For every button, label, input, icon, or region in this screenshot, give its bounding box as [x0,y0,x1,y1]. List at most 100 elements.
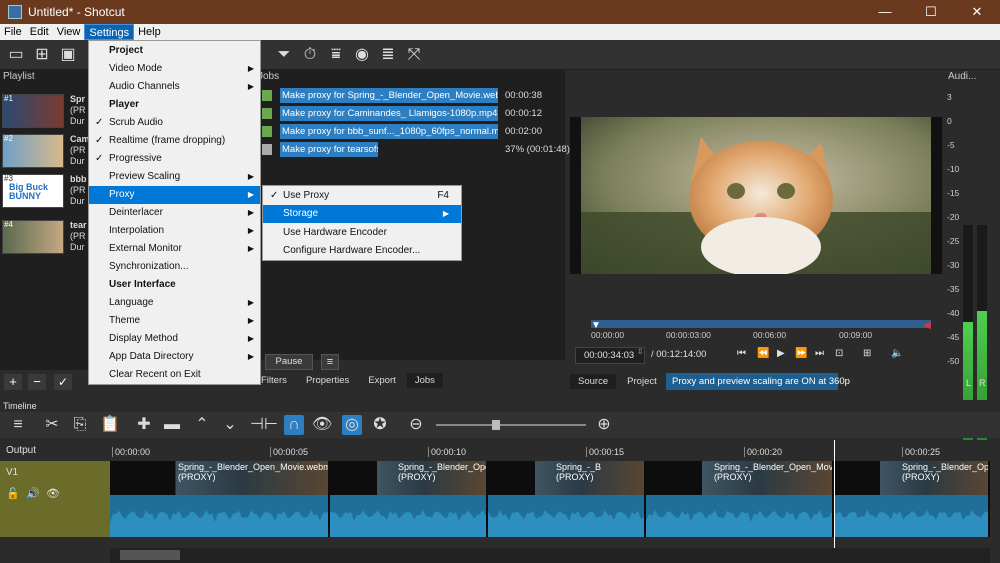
timeline-clip[interactable]: Spring_-_Blender_Open (PROXY) [834,461,990,537]
maximize-button[interactable]: ☐ [908,0,954,24]
add-button[interactable]: + [4,374,22,390]
menu-item-scrub-audio[interactable]: ✓ Scrub Audio [89,114,260,132]
play-icon[interactable]: ▶ [777,348,785,359]
ripple-icon[interactable]: ◎ [342,415,362,435]
menu-item-video-mode[interactable]: Video Mode ▶ [89,60,260,78]
open-other-icon[interactable]: ⊞ [32,45,52,65]
snap-icon[interactable]: ∩ [284,415,304,435]
fast-forward-icon[interactable]: ⏩ [795,348,807,359]
menu-item-audio-channels[interactable]: Audio Channels ▶ [89,78,260,96]
menu-settings[interactable]: Settings [84,24,135,40]
menu-item-deinterlacer[interactable]: Deinterlacer ▶ [89,204,260,222]
split-icon[interactable]: ⊣⊢ [250,415,278,435]
stack-icon[interactable]: ≣ [378,45,398,65]
track-v1-header[interactable]: V1 🔓 🔊 👁 [0,461,110,537]
menu-item-use-hardware-encoder[interactable]: Use Hardware Encoder [263,224,461,242]
job-row[interactable]: Make proxy for tearsofsteel_4k.mov 37% (0… [260,142,570,158]
playlist-item[interactable]: #2 Cam (PR Dur [0,132,90,172]
menu-file[interactable]: File [0,24,26,40]
menu-item-theme[interactable]: Theme ▶ [89,312,260,330]
timeline-scrubber[interactable]: 00:00:00 00:00:03:00 00:06:00 00:09:00 ▼… [581,320,931,342]
timeline-playhead[interactable] [834,440,835,550]
update-button[interactable]: ✓ [54,374,72,390]
timeline-clip[interactable]: Spring_-_Blender_Open (PROXY) [330,461,488,537]
tab-project[interactable]: Project [619,374,665,389]
tab-properties[interactable]: Properties [298,373,357,388]
timeline-scrollbar[interactable] [110,548,990,563]
menu-item-configure-hardware-encoder[interactable]: Configure Hardware Encoder... [263,242,461,260]
grid-icon[interactable]: ⊞ [863,348,871,359]
append-icon[interactable]: ✚ [134,415,154,435]
zoom-out-icon[interactable]: ⊖ [406,415,426,435]
ripple-all-icon[interactable]: ✪ [370,415,390,435]
timeline-clip[interactable]: Spring_-_Blender_Open_Movie.webm (PROXY) [110,461,330,537]
menu-view[interactable]: View [53,24,85,40]
playhead-icon[interactable]: ▼ [591,320,601,331]
save-icon[interactable]: ▣ [58,45,78,65]
tab-source[interactable]: Source [570,374,617,389]
menu-item-external-monitor[interactable]: External Monitor ▶ [89,240,260,258]
menu-edit[interactable]: Edit [26,24,53,40]
paste-icon[interactable]: 📋 [100,415,120,435]
timeline-ruler[interactable]: 00:00:00 00:00:05 00:00:10 00:00:15 00:00:20… [110,445,990,461]
tab-export[interactable]: Export [360,373,403,388]
keyframes-icon[interactable]: ⩸ [326,45,346,65]
volume-icon[interactable]: 🔈 [891,348,903,359]
timeline-clip[interactable]: Spring_-_B (PROXY) [488,461,646,537]
job-row[interactable]: Make proxy for bbb_sunf..._1080p_60fps_n… [260,124,560,140]
job-row[interactable]: Make proxy for Spring_-_Blender_Open_Mov… [260,88,560,104]
scrub-icon[interactable]: 👁 [312,415,332,435]
menu-item-use-proxy[interactable]: ✓ Use Proxy F4 [263,187,461,205]
menu-item-progressive[interactable]: ✓ Progressive [89,150,260,168]
skip-previous-icon[interactable]: ⏮ [737,348,746,359]
close-button[interactable]: ✕ [954,0,1000,24]
ripple-delete-icon[interactable]: ▬ [162,415,182,435]
menu-item-language[interactable]: Language ▶ [89,294,260,312]
tab-jobs[interactable]: Jobs [406,373,443,388]
menu-item-app-data-directory[interactable]: App Data Directory ▶ [89,348,260,366]
rewind-icon[interactable]: ⏪ [757,348,769,359]
zoom-in-icon[interactable]: ⊕ [594,415,614,435]
menu-item-interpolation[interactable]: Interpolation ▶ [89,222,260,240]
timeline-clip[interactable]: Spring_-_Blender_Open_Movie. (PROXY) [646,461,834,537]
history-icon[interactable]: ⏱ [300,45,320,65]
playlist-item[interactable]: #4 tear (PR Dur [0,218,90,258]
filter-icon[interactable]: ⏷ [274,45,294,65]
menu-item-label: Audio Channels [109,81,180,92]
menu-item-clear-recent-on-exit[interactable]: Clear Recent on Exit [89,366,260,384]
out-point-icon[interactable]: ◀ [923,320,931,331]
zoom-icon[interactable]: ⊡ [835,348,843,359]
playlist-item[interactable]: #1 Spr (PR Dur [0,92,90,132]
mute-icon[interactable]: 🔊 [26,487,40,500]
cut-icon[interactable]: ✂ [42,415,62,435]
remove-button[interactable]: − [28,374,46,390]
pause-button[interactable]: Pause [265,354,313,370]
fullscreen-icon[interactable]: ⤧ [404,45,424,65]
zoom-slider[interactable] [436,420,586,430]
overwrite-icon[interactable]: ⌄ [220,415,240,435]
jobs-menu-button[interactable]: ≡ [321,354,339,370]
copy-icon[interactable]: ⎘ [70,415,90,435]
open-file-icon[interactable]: ▭ [6,45,26,65]
disc-icon[interactable]: ◉ [352,45,372,65]
position-field[interactable]: 00:00:34:03 [575,347,645,364]
menu-icon[interactable]: ≡ [8,415,28,435]
job-row[interactable]: Make proxy for Caminandes_ Llamigos-1080… [260,106,560,122]
skip-next-icon[interactable]: ⏭ [815,348,824,359]
menu-item-realtime-frame-dropping[interactable]: ✓ Realtime (frame dropping) [89,132,260,150]
meter-scale-label: -40 [947,308,960,318]
lock-icon[interactable]: 🔓 [6,487,20,500]
menu-item-preview-scaling[interactable]: Preview Scaling ▶ [89,168,260,186]
spin-icon[interactable]: ⇳ [637,347,644,356]
menu-item-label: Player [109,99,140,110]
menu-item-proxy[interactable]: Proxy ▶ [89,186,260,204]
eye-icon[interactable]: 👁 [46,487,60,500]
menu-item-synchronization[interactable]: Synchronization... [89,258,260,276]
playlist-item[interactable]: Big Buck BUNNY #3 bbb (PR Dur [0,172,90,212]
minimize-button[interactable]: — [862,0,908,24]
menu-item-storage[interactable]: Storage ▶ [263,205,461,223]
menu-item-display-method[interactable]: Display Method ▶ [89,330,260,348]
clip-name: Spring_-_Blender_Open_Movie.webm [178,462,330,472]
lift-icon[interactable]: ⌃ [192,415,212,435]
menu-help[interactable]: Help [134,24,165,40]
